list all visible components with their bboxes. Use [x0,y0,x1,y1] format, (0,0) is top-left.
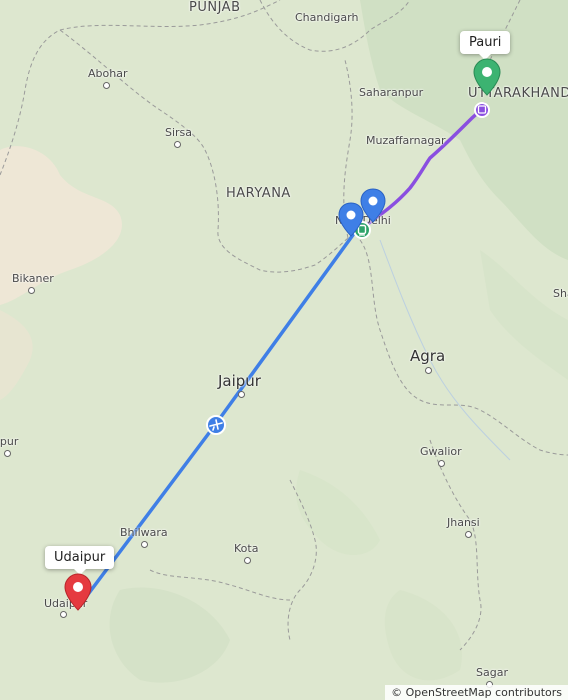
map-attribution[interactable]: © OpenStreetMap contributors [385,685,568,700]
label-jhansi: Jhansi [447,516,480,529]
label-punjab: PUNJAB [189,0,241,15]
desert-area-2 [0,310,33,400]
label-jodhpur: Jodhpur [0,435,19,448]
bus-icon[interactable] [473,101,491,119]
airplane-icon[interactable] [205,414,227,436]
label-saharanpur: Saharanpur [359,86,424,99]
terrain-patch [296,470,380,555]
border-line [204,149,349,273]
label-sagar: Sagar [476,666,508,679]
label-chandigarh: Chandigarh [295,11,359,24]
city-dot [425,367,432,374]
label-gwalior: Gwalior [420,445,462,458]
city-dot [238,391,245,398]
city-dot [244,557,251,564]
label-muzaffarnagar: Muzaffarnagar [366,134,446,147]
city-dot [28,287,35,294]
city-dot [465,531,472,538]
label-abohar: Abohar [88,67,128,80]
map-pin-icon[interactable] [473,58,501,96]
label-haryana: HARYANA [226,186,291,201]
label-bikaner: Bikaner [12,272,54,285]
terrain-patch-3 [384,590,462,681]
map-pin-icon[interactable] [64,573,92,611]
label-agra: Agra [410,347,446,365]
label-sha: Sha [553,287,568,300]
terrain-patch-2 [109,587,230,683]
city-dot [141,541,148,548]
end-marker-label: Udaipur [45,546,115,575]
start-marker-label: Pauri [460,31,511,60]
hills-area-2 [480,250,568,380]
label-kota: Kota [234,542,259,555]
label-jaipur: Jaipur [218,372,261,390]
city-dot [174,141,181,148]
city-dot [438,460,445,467]
city-dot [103,82,110,89]
border-line [0,0,281,176]
city-dot [4,450,11,457]
label-bhilwara: Bhilwara [120,526,168,539]
map-pin-icon[interactable] [360,188,386,224]
city-dot [60,611,67,618]
map-canvas[interactable]: PUNJAB Chandigarh Abohar Sirsa HARYANA S… [0,0,568,700]
label-sirsa: Sirsa [165,126,193,139]
